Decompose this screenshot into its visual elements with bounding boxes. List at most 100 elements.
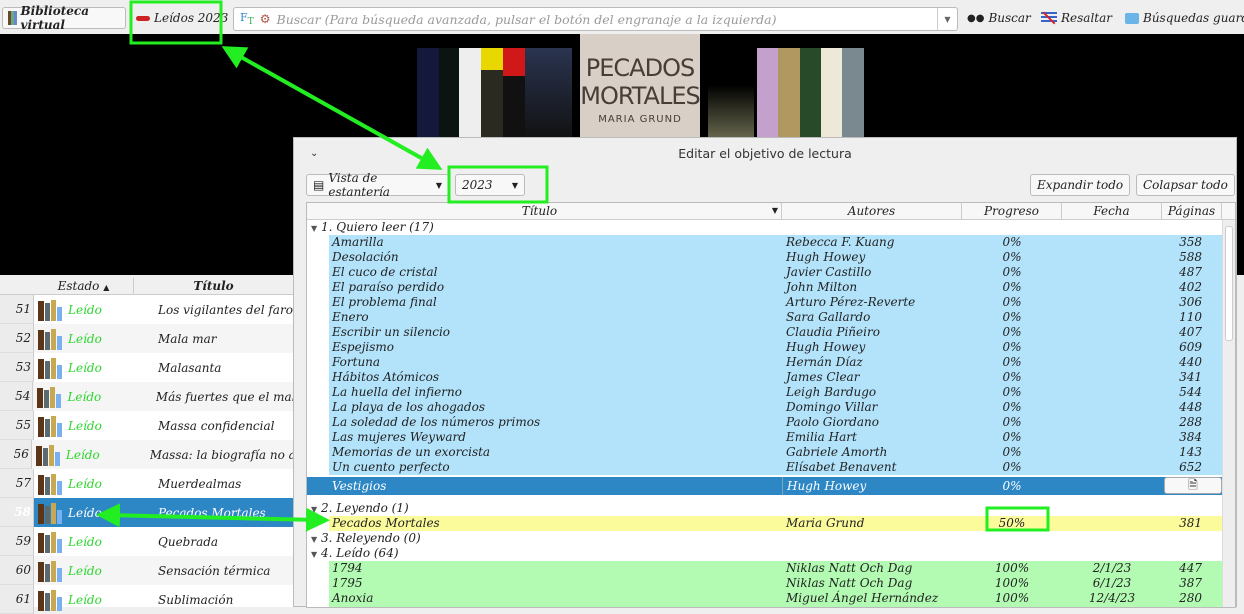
pages-cell: 407: [1179, 325, 1202, 339]
title-cell: Espejismo: [332, 340, 395, 354]
status-label: Leído: [68, 505, 102, 520]
books-icon: [38, 589, 62, 611]
chevron-down-icon[interactable]: ▼: [937, 8, 957, 30]
table-row[interactable]: 56 Leído Massa: la biografía no au: [0, 440, 293, 469]
collapse-icon[interactable]: ⌄: [310, 148, 318, 159]
tree-row[interactable]: 1795 Niklas Natt Och Dag 100% 6/1/23 387: [329, 576, 1235, 591]
title-cell: Quebrada: [158, 534, 219, 549]
search-box[interactable]: FT ⚙ Buscar (Para búsqueda avanzada, pul…: [233, 7, 958, 31]
table-row[interactable]: 54 Leído Más fuertes que el mal: [0, 382, 293, 411]
book-cover[interactable]: [708, 48, 754, 140]
highlight-button[interactable]: Resaltar: [1036, 7, 1117, 29]
group-row[interactable]: ▼ 2. Leyendo (1): [307, 501, 1235, 516]
tree-row[interactable]: Las mujeres Weyward Emilia Hart 0% 384: [329, 430, 1235, 445]
column-header-title[interactable]: Título: [134, 278, 293, 294]
view-select[interactable]: ▤ Vista de estantería ▼: [306, 171, 449, 199]
column-header-title[interactable]: Título ▼: [307, 203, 782, 219]
date-cell: [1062, 235, 1162, 250]
row-number: 53: [0, 353, 34, 382]
book-cover[interactable]: [800, 48, 821, 140]
tree-row[interactable]: Desolación Hugh Howey 0% 588: [329, 250, 1235, 265]
book-cover[interactable]: [503, 48, 525, 140]
column-header-date[interactable]: Fecha: [1062, 203, 1162, 219]
tree-row[interactable]: El problema final Arturo Pérez-Reverte 0% 3…: [329, 295, 1235, 310]
tree-row[interactable]: 1794 Niklas Natt Och Dag 100% 2/1/23 447: [329, 561, 1235, 576]
progress-cell: 0%: [1002, 295, 1022, 309]
table-row[interactable]: 58 Leído Pecados Mortales: [0, 498, 293, 527]
document-icon[interactable]: 🗎: [1164, 477, 1222, 494]
expand-arrow-icon[interactable]: ▼: [311, 505, 317, 514]
book-cover[interactable]: [778, 48, 800, 140]
date-cell: [1062, 280, 1162, 295]
tree-row[interactable]: La huella del infierno Leigh Bardugo 0% 544: [329, 385, 1235, 400]
current-book-cover[interactable]: PECADOS MORTALES MARIA GRUND: [580, 34, 701, 140]
tree-row[interactable]: La soledad de los números primos Paolo Gi…: [329, 415, 1235, 430]
date-cell: [1062, 340, 1162, 355]
books-icon: [38, 473, 62, 495]
column-header-pages[interactable]: Páginas: [1162, 203, 1222, 219]
book-cover[interactable]: [481, 48, 503, 140]
column-header-authors[interactable]: Autores: [782, 203, 962, 219]
table-row[interactable]: 57 Leído Muerdealmas: [0, 469, 293, 498]
collapse-all-button[interactable]: Colapsar todo: [1136, 174, 1235, 196]
gear-icon[interactable]: ⚙: [260, 12, 271, 26]
row-number: 60: [0, 556, 34, 585]
table-row[interactable]: 52 Leído Mala mar: [0, 324, 293, 353]
date-cell: 2/1/23: [1092, 561, 1132, 575]
tree-row[interactable]: Espejismo Hugh Howey 0% 609: [329, 340, 1235, 355]
tree-row[interactable]: El cuco de cristal Javier Castillo 0% 487: [329, 265, 1235, 280]
expand-arrow-icon[interactable]: ▼: [311, 535, 317, 544]
pages-cell: 448: [1179, 400, 1202, 414]
expand-all-button[interactable]: Expandir todo: [1030, 174, 1131, 196]
book-cover[interactable]: [459, 48, 481, 140]
table-row[interactable]: 61 Leído Sublimación: [0, 585, 293, 614]
column-header-progress[interactable]: Progreso: [962, 203, 1062, 219]
table-row[interactable]: 55 Leído Massa confidencial: [0, 411, 293, 440]
book-cover[interactable]: [821, 48, 842, 140]
book-cover[interactable]: [757, 48, 778, 140]
status-label: Leído: [68, 563, 102, 578]
progress-cell: 0%: [1002, 445, 1022, 459]
search-button[interactable]: ●● Buscar: [962, 7, 1036, 29]
book-cover[interactable]: [842, 48, 864, 140]
group-row[interactable]: ▼ 4. Leído (64): [307, 546, 1235, 561]
progress-cell: 0%: [1002, 235, 1022, 249]
expand-arrow-icon[interactable]: ▼: [311, 224, 317, 233]
saved-list-button[interactable]: Leídos 2023: [131, 7, 233, 29]
table-row[interactable]: 59 Leído Quebrada: [0, 527, 293, 556]
vertical-scrollbar[interactable]: [1222, 220, 1235, 607]
tree-row[interactable]: Amarilla Rebecca F. Kuang 0% 358: [329, 235, 1235, 250]
group-row[interactable]: ▼ 1. Quiero leer (17): [307, 220, 1235, 235]
status-label: Leído: [68, 476, 102, 491]
group-row[interactable]: ▼ 3. Releyendo (0): [307, 531, 1235, 546]
book-cover[interactable]: [525, 48, 572, 140]
tree-row[interactable]: Hábitos Atómicos James Clear 0% 341: [329, 370, 1235, 385]
book-cover[interactable]: [417, 48, 439, 140]
tree-row[interactable]: Enero Sara Gallardo 0% 110: [329, 310, 1235, 325]
book-cover[interactable]: [439, 48, 459, 140]
expand-arrow-icon[interactable]: ▼: [311, 550, 317, 559]
virtual-library-button[interactable]: Biblioteca virtual: [2, 4, 126, 32]
title-cell: Bastarda: [329, 606, 782, 607]
title-cell: Vestigios: [332, 479, 387, 493]
books-icon: [38, 560, 62, 582]
tree-row[interactable]: Memorias de un exorcista Gabriele Amorth 0…: [329, 445, 1235, 460]
saved-searches-button[interactable]: Búsquedas guardadas: [1120, 7, 1244, 29]
tree-row[interactable]: BastardaFlorencia Canale100%30/5/23413: [329, 606, 1235, 607]
tree-row[interactable]: La playa de los ahogados Domingo Villar 0%…: [329, 400, 1235, 415]
table-row[interactable]: 53 Leído Malasanta: [0, 353, 293, 382]
table-row[interactable]: 51 Leído Los vigilantes del faro: [0, 295, 293, 324]
date-cell: [1062, 460, 1162, 475]
tree-row[interactable]: Fortuna Hernán Díaz 0% 440: [329, 355, 1235, 370]
tree-row[interactable]: Un cuento perfecto Elísabet Benavent 0% 652: [329, 460, 1235, 475]
year-select[interactable]: 2023 ▼: [455, 174, 525, 196]
tree-row[interactable]: Pecados Mortales Maria Grund 50% 381: [329, 516, 1235, 531]
search-input[interactable]: Buscar (Para búsqueda avanzada, pulsar e…: [277, 12, 937, 27]
column-header-status[interactable]: Estado ▲: [34, 278, 134, 294]
tree-row[interactable]: Vestigios Hugh Howey 0% 🗎: [307, 477, 1235, 495]
tree-row[interactable]: Anoxia Miguel Ángel Hernández 100% 12/4/23 2…: [329, 591, 1235, 606]
table-row[interactable]: 60 Leído Sensación térmica: [0, 556, 293, 585]
tree-row[interactable]: El paraíso perdido John Milton 0% 402: [329, 280, 1235, 295]
tree-row[interactable]: Escribir un silencio Claudia Piñeiro 0% 407: [329, 325, 1235, 340]
date-cell: [1062, 477, 1162, 495]
